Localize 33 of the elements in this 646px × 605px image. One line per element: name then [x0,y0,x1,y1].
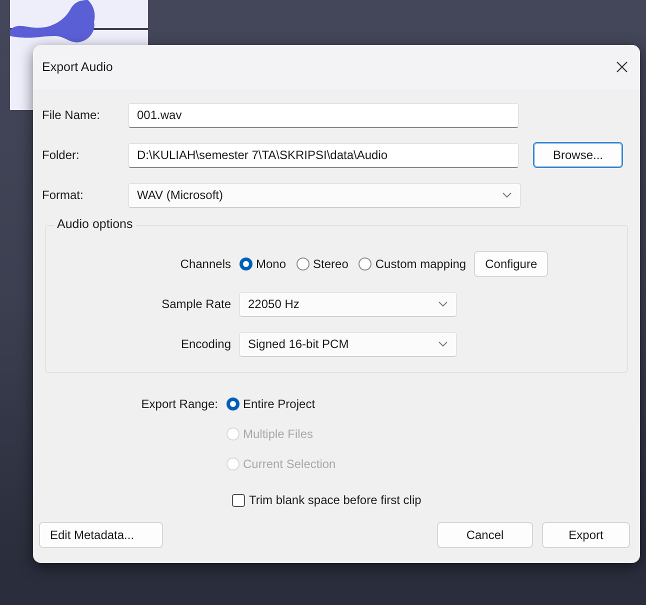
cancel-button[interactable]: Cancel [437,522,533,548]
configure-button[interactable]: Configure [474,251,548,277]
chevron-icon [438,301,448,307]
radio-option[interactable]: Entire Project [226,389,336,419]
radio-icon[interactable] [358,257,372,271]
folder-field[interactable]: D:\KULIAH\semester 7\TA\SKRIPSI\data\Audio [128,142,519,168]
field-label: Folder: [42,148,80,162]
field-label: Export Range: [140,396,219,413]
sample-rate-dropdown[interactable]: 22050 Hz [239,292,457,316]
close-icon[interactable] [616,61,628,73]
edit-metadata-button[interactable]: Edit Metadata... [39,522,163,548]
group-title: Audio options [54,217,136,231]
file-name-field[interactable]: 001.wav [128,102,519,128]
field-label: Channels [179,257,232,271]
radio-icon[interactable] [226,397,240,411]
radio-option[interactable]: Custom mapping [358,257,466,271]
trim-checkbox[interactable]: Trim blank space before first clip [232,493,631,507]
checkbox-icon[interactable] [232,494,245,506]
radio-option[interactable]: Mono [239,257,286,271]
field-label: File Name: [42,108,102,122]
browse-button[interactable]: Browse... [533,142,623,168]
field-label: Sample Rate [160,297,232,311]
export-button[interactable]: Export [542,522,630,548]
radio-option[interactable]: Stereo [296,257,348,271]
format-dropdown[interactable]: WAV (Microsoft) [128,182,521,208]
chevron-icon [502,192,512,198]
radio-icon[interactable] [296,257,310,271]
radio-icon[interactable] [239,257,253,271]
encoding-dropdown[interactable]: Signed 16-bit PCM [239,332,457,356]
field-label: Encoding [180,337,232,351]
window-title: Export Audio [42,60,113,74]
chevron-icon [438,341,448,347]
field-label: Format: [42,188,84,202]
